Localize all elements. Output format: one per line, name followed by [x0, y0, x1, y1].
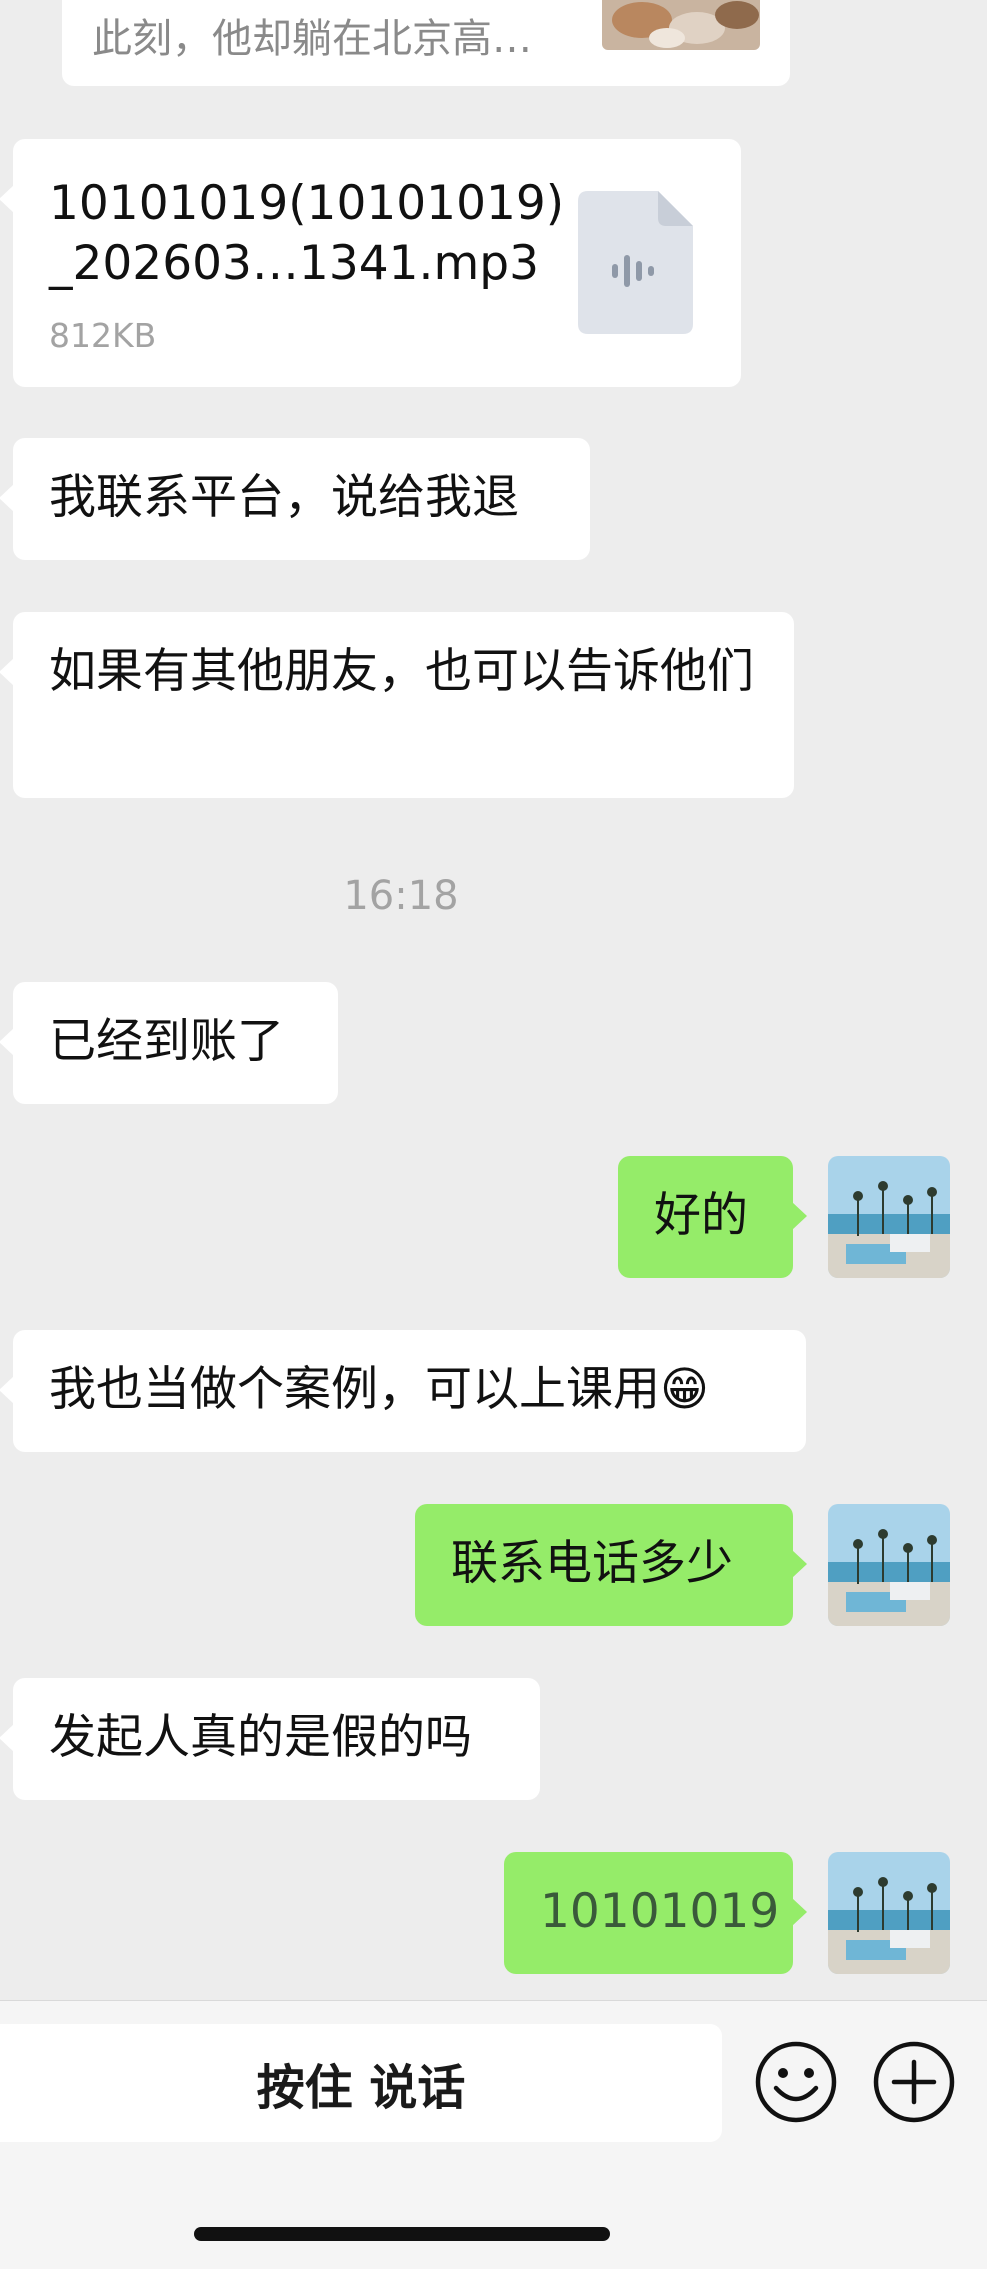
home-indicator [194, 2227, 610, 2241]
timestamp: 16:18 [343, 873, 459, 919]
file-size: 812KB [49, 316, 157, 355]
message-text: 好的 [654, 1188, 748, 1243]
message-bubble-outgoing[interactable]: 10101019 [504, 1852, 807, 1974]
message-text: 发起人真的是假的吗 [49, 1710, 472, 1765]
message-bubble-incoming[interactable]: 我也当做个案例，可以上课用😁 [0, 1330, 806, 1452]
message-bubble-outgoing[interactable]: 好的 [618, 1156, 807, 1278]
message-bubble-incoming[interactable]: 发起人真的是假的吗 [0, 1678, 540, 1800]
plus-icon[interactable] [872, 2040, 956, 2124]
message-bubble-incoming[interactable]: 如果有其他朋友，也可以告诉他们 [0, 612, 794, 798]
shared-article-description: 此刻，他却躺在北京高… [92, 16, 532, 62]
audio-file-icon [578, 191, 693, 334]
file-message-bubble[interactable]: 10101019(10101019) _202603…1341.mp3 812K… [0, 139, 741, 387]
message-text: 如果有其他朋友，也可以告诉他们 [49, 644, 754, 699]
shared-article-card[interactable]: 此刻，他却躺在北京高… [62, 0, 790, 86]
chat-area[interactable]: 此刻，他却躺在北京高… 10101019(10101019) _202603…1… [0, 0, 987, 2000]
message-text: 我联系平台，说给我退 [49, 470, 519, 525]
shared-article-thumbnail [602, 0, 760, 50]
user-avatar[interactable] [828, 1156, 950, 1278]
user-avatar[interactable] [828, 1504, 950, 1626]
message-text: 我也当做个案例，可以上课用😁 [49, 1362, 709, 1417]
message-text: 10101019 [540, 1884, 780, 1939]
message-bubble-incoming[interactable]: 已经到账了 [0, 982, 338, 1104]
user-avatar[interactable] [828, 1852, 950, 1974]
message-text: 联系电话多少 [451, 1536, 733, 1591]
message-bubble-outgoing[interactable]: 联系电话多少 [415, 1504, 807, 1626]
file-name: 10101019(10101019) _202603…1341.mp3 [49, 176, 565, 291]
emoji-icon[interactable] [754, 2040, 838, 2124]
hold-to-talk-button[interactable]: 按住 说话 [0, 2024, 722, 2142]
message-text: 已经到账了 [49, 1014, 284, 1069]
message-bubble-incoming[interactable]: 我联系平台，说给我退 [0, 438, 590, 560]
